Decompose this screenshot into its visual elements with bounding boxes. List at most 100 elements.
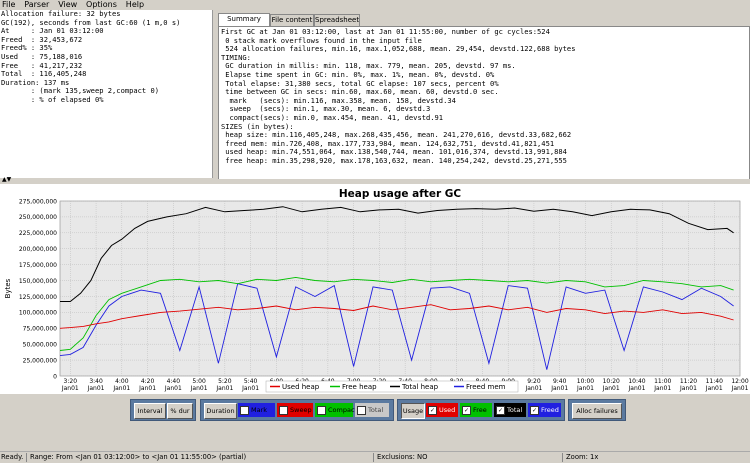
summary-text-area[interactable]: First GC at Jan 01 03:12:00, last at Jan… [218,26,750,180]
summary-pane: Summary data File content Spreadsheet Fi… [216,10,750,180]
heap-chart-panel: Heap usage after GC Bytes 0 25,000,000 50,00… [0,184,750,394]
x-tick-date-label: Jan01 [628,385,646,392]
y-tick-label: 75,000,000 [23,326,58,333]
bottom-toolbar: Interval % dur Duration Mark Sweep Compa… [0,394,750,450]
compact-toggle[interactable]: Compact [315,403,357,417]
x-tick-date-label: Jan01 [61,385,79,392]
interval-button[interactable]: Interval [134,403,166,419]
tab-summary-data[interactable]: Summary data [218,13,270,34]
y-tick-label: 125,000,000 [19,294,57,301]
free-toggle[interactable]: ✓ Free [460,403,492,417]
total-duration-toggle[interactable]: Total [355,403,389,417]
usage-group: Usage ✓ Used ✓ Free ✓ Total ✓ Freed [397,399,565,421]
freed-toggle[interactable]: ✓ Freed [528,403,561,417]
x-tick-date-label: Jan01 [138,385,156,392]
interval-group: Interval % dur [130,399,196,421]
y-axis-label: Bytes [4,278,12,298]
x-tick-label: 5:00 [192,378,206,385]
y-tick-label: 250,000,000 [19,214,57,221]
used-toggle[interactable]: ✓ Used [426,403,458,417]
y-tick-label: 25,000,000 [23,357,58,364]
menu-parser[interactable]: Parser [24,0,49,9]
summary-text: First GC at Jan 01 03:12:00, last at Jan… [221,27,576,165]
x-tick-date-label: Jan01 [87,385,105,392]
x-tick-label: 11:40 [706,378,723,385]
status-separator [373,453,374,462]
legend-label: Free heap [342,383,377,391]
freed-checkbox[interactable]: ✓ [530,406,539,415]
x-tick-label: 12:00 [731,378,748,385]
gc-detail-pane[interactable]: Allocation failure: 32 bytes GC(192), se… [0,10,213,178]
pct-dur-button[interactable]: % dur [167,403,193,419]
x-tick-date-label: Jan01 [679,385,697,392]
gc-detail-text: Allocation failure: 32 bytes GC(192), se… [1,10,181,104]
x-tick-date-label: Jan01 [653,385,671,392]
menu-help[interactable]: Help [126,0,144,9]
compact-checkbox[interactable] [317,406,326,415]
legend-label: Total heap [401,383,439,391]
status-bar: Ready. Range: From <Jan 01 03:12:00> to … [0,451,750,463]
x-tick-label: 5:40 [244,378,258,385]
duration-button[interactable]: Duration [204,403,237,419]
y-tick-label: 275,000,000 [19,198,57,205]
menu-options[interactable]: Options [86,0,117,9]
x-tick-label: 4:20 [141,378,155,385]
y-tick-label: 150,000,000 [19,278,57,285]
plot-area [59,200,741,377]
total-duration-checkbox[interactable] [357,406,366,415]
x-tick-label: 3:20 [64,378,78,385]
x-tick-date-label: Jan01 [190,385,208,392]
y-tick-label: 100,000,000 [19,310,57,317]
x-tick-label: 3:40 [89,378,103,385]
x-tick-label: 4:00 [115,378,129,385]
x-tick-label: 10:40 [628,378,645,385]
menu-bar: File Parser View Options Help [0,0,750,9]
y-tick-label: 175,000,000 [19,262,57,269]
menu-file[interactable]: File [2,0,15,9]
tab-file-content[interactable]: File content [270,14,314,26]
status-zoom: Zoom: 1x [566,453,599,461]
used-checkbox[interactable]: ✓ [428,406,437,415]
y-tick-label: 200,000,000 [19,246,57,253]
y-tick-label: 50,000,000 [23,341,58,348]
total-heap-toggle[interactable]: ✓ Total [494,403,526,417]
x-tick-date-label: Jan01 [602,385,620,392]
free-checkbox[interactable]: ✓ [462,406,471,415]
mark-toggle[interactable]: Mark [238,403,275,417]
alloc-group: Alloc failures [568,399,626,421]
usage-button[interactable]: Usage [401,403,425,419]
x-tick-label: 11:20 [680,378,697,385]
x-tick-date-label: Jan01 [731,385,749,392]
x-tick-date-label: Jan01 [164,385,182,392]
y-tick-label: 225,000,000 [19,230,57,237]
heap-usage-chart: Heap usage after GC Bytes 0 25,000,000 50,00… [0,184,750,394]
x-tick-date-label: Jan01 [215,385,233,392]
x-tick-date-label: Jan01 [576,385,594,392]
x-tick-label: 9:20 [527,378,541,385]
legend-label: Freed mem [466,383,506,391]
x-tick-label: 10:00 [577,378,594,385]
duration-group: Duration Mark Sweep Compact Total [200,399,394,421]
x-tick-label: 9:40 [553,378,567,385]
x-tick-date-label: Jan01 [705,385,723,392]
tab-spreadsheet[interactable]: Spreadsheet [314,14,360,26]
status-range: Range: From <Jan 01 03:12:00> to <Jan 01… [30,453,247,461]
sweep-checkbox[interactable] [279,406,288,415]
x-tick-date-label: Jan01 [524,385,542,392]
alloc-failures-button[interactable]: Alloc failures [572,403,622,419]
y-tick-label: 0 [53,373,57,380]
total-heap-checkbox[interactable]: ✓ [496,406,505,415]
x-tick-date-label: Jan01 [550,385,568,392]
menu-view[interactable]: View [58,0,77,9]
x-tick-date-label: Jan01 [112,385,130,392]
sweep-toggle[interactable]: Sweep [277,403,313,417]
x-tick-label: 5:20 [218,378,232,385]
x-tick-label: 11:00 [654,378,671,385]
status-separator [26,453,27,462]
mark-checkbox[interactable] [240,406,249,415]
status-separator [562,453,563,462]
collapse-arrows-icon[interactable]: ▲▼ [2,176,11,184]
status-exclusions: Exclusions: NO [377,453,428,461]
x-tick-label: 10:20 [603,378,620,385]
chart-title: Heap usage after GC [339,188,462,200]
